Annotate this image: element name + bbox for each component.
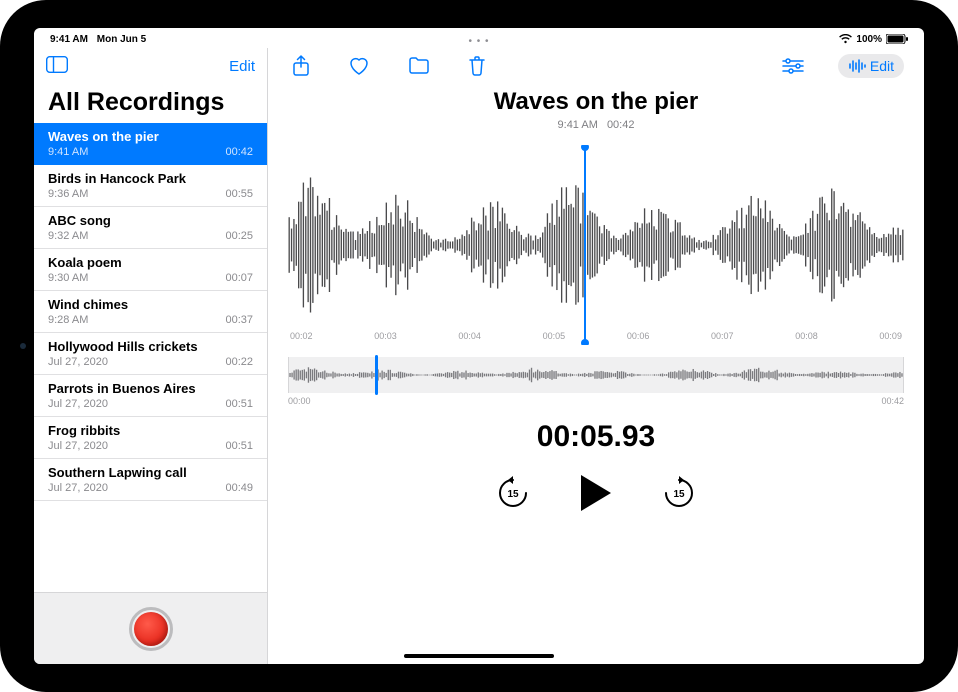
sidebar-edit-button[interactable]: Edit [229,58,255,75]
options-button[interactable] [778,56,808,76]
recording-row-time: Jul 27, 2020 [48,440,108,452]
share-button[interactable] [288,53,314,79]
battery-percent: 100% [856,34,882,45]
skip-forward-15-icon: 15 [662,476,696,510]
recording-row-dur: 00:49 [225,482,253,494]
overview-end: 00:42 [881,396,904,406]
svg-text:15: 15 [507,489,519,500]
status-date: Mon Jun 5 [97,34,146,45]
sidebar-icon [46,56,68,73]
skip-forward-button[interactable]: 15 [662,476,696,510]
recording-row-dur: 00:22 [225,356,253,368]
recording-row[interactable]: ABC song 9:32 AM 00:25 [34,207,267,249]
recording-row-title: Southern Lapwing call [48,465,253,480]
recording-row-time: 9:36 AM [48,188,88,200]
recording-row-title: Waves on the pier [48,129,253,144]
recording-title: Waves on the pier [288,88,904,116]
waveform-icon [848,59,866,73]
recording-row-dur: 00:37 [225,314,253,326]
record-button[interactable] [129,607,173,651]
edit-recording-button[interactable]: Edit [838,54,904,78]
sidebar-title: All Recordings [34,84,267,123]
recording-row[interactable]: Hollywood Hills crickets Jul 27, 2020 00:… [34,333,267,375]
recording-row-dur: 00:42 [225,146,253,158]
recording-meta-time: 9:41 AM [558,119,598,131]
recording-row-dur: 00:25 [225,230,253,242]
recording-row[interactable]: Parrots in Buenos Aires Jul 27, 2020 00:5… [34,375,267,417]
overview-playhead[interactable] [375,355,378,395]
skip-back-15-icon: 15 [496,476,530,510]
current-time: 00:05.93 [288,420,904,454]
share-icon [292,55,310,77]
svg-text:15: 15 [673,489,685,500]
recording-row-dur: 00:51 [225,398,253,410]
status-time: 9:41 AM [50,34,88,45]
delete-button[interactable] [464,53,490,79]
recording-row-dur: 00:07 [225,272,253,284]
skip-back-button[interactable]: 15 [496,476,530,510]
playhead[interactable] [584,145,586,345]
play-icon [578,473,614,513]
recording-row[interactable]: Wind chimes 9:28 AM 00:37 [34,291,267,333]
sliders-icon [782,58,804,74]
recording-row-dur: 00:55 [225,188,253,200]
sidebar-toggle-button[interactable] [46,56,68,76]
recording-row-title: ABC song [48,213,253,228]
recording-row-time: 9:28 AM [48,314,88,326]
recording-row[interactable]: Waves on the pier 9:41 AM 00:42 [34,123,267,165]
recording-row-time: Jul 27, 2020 [48,398,108,410]
recording-row-dur: 00:51 [225,440,253,452]
recording-row[interactable]: Koala poem 9:30 AM 00:07 [34,249,267,291]
recording-row-title: Wind chimes [48,297,253,312]
battery-icon [886,34,908,44]
recording-meta-dur: 00:42 [607,119,635,131]
recording-row-title: Birds in Hancock Park [48,171,253,186]
recording-row-title: Frog ribbits [48,423,253,438]
recording-row-time: 9:30 AM [48,272,88,284]
recording-meta: 9:41 AM 00:42 [288,119,904,131]
recording-row[interactable]: Frog ribbits Jul 27, 2020 00:51 [34,417,267,459]
trash-icon [468,55,486,77]
recording-row-time: Jul 27, 2020 [48,482,108,494]
favorite-button[interactable] [344,54,374,78]
waveform-main[interactable] [288,145,904,345]
play-button[interactable] [578,473,614,513]
edit-recording-label: Edit [870,58,894,74]
record-dot-icon [134,612,168,646]
recording-row[interactable]: Southern Lapwing call Jul 27, 2020 00:49 [34,459,267,501]
recording-row-time: 9:32 AM [48,230,88,242]
heart-icon [348,56,370,76]
multitask-dots[interactable]: • • • [468,36,489,47]
recording-row-time: 9:41 AM [48,146,88,158]
recording-row-title: Hollywood Hills crickets [48,339,253,354]
overview-start: 00:00 [288,396,311,406]
recording-row[interactable]: Birds in Hancock Park 9:36 AM 00:55 [34,165,267,207]
move-folder-button[interactable] [404,55,434,77]
recording-row-time: Jul 27, 2020 [48,356,108,368]
waveform-overview[interactable] [288,357,904,393]
recording-row-title: Parrots in Buenos Aires [48,381,253,396]
wifi-icon [839,34,852,44]
recording-row-title: Koala poem [48,255,253,270]
folder-icon [408,57,430,75]
home-indicator[interactable] [404,654,554,658]
